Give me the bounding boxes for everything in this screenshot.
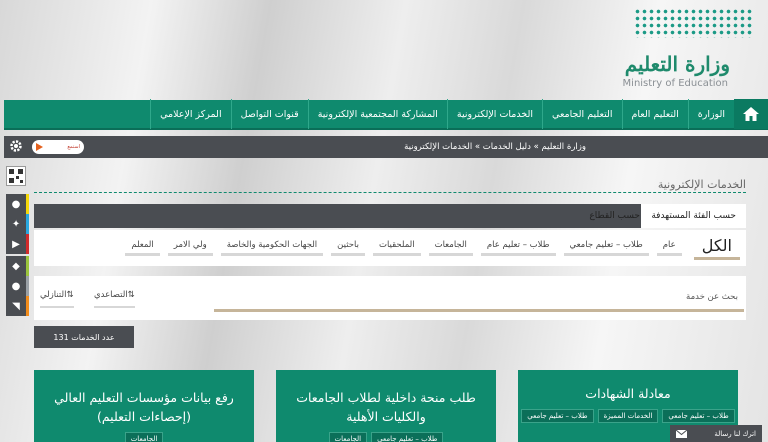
section-title: الخدمات الإلكترونية [657, 178, 746, 191]
service-tag[interactable]: الجامعات [328, 432, 368, 442]
filter-government-private[interactable]: الجهات الحكومية والخاصة [220, 240, 324, 256]
sort-descending-button[interactable]: ⇅التنازلي [40, 290, 74, 308]
service-tag[interactable]: الخدمات المميزة [597, 409, 659, 423]
logo-arabic-text: وزارة التعليم [624, 52, 730, 76]
section-divider [34, 192, 746, 193]
breadcrumb[interactable]: وزارة التعليم » دليل الخدمات » الخدمات ا… [404, 142, 586, 152]
logo-english-text: Ministry of Education [622, 78, 728, 89]
apple-icon: ● [11, 280, 21, 292]
twitter-icon: ✦ [11, 218, 21, 230]
tab-by-sector[interactable]: حسب القطاع [583, 204, 646, 228]
filter-row: الكل عام طلاب – تعليم جامعي طلاب – تعليم… [34, 230, 746, 266]
service-tag[interactable]: طلاب – تعليم جامعي [371, 432, 444, 442]
service-card-title: معادلة الشهادات [585, 386, 671, 401]
sort-asc-icon: ⇅ [127, 290, 135, 300]
services-count: عدد الخدمات 131 [34, 326, 134, 348]
snapchat-button[interactable]: ● [6, 194, 29, 214]
apple-button[interactable]: ● [6, 276, 29, 296]
search-input[interactable]: بحث عن خدمة [686, 292, 738, 302]
filter-researchers[interactable]: باحثين [331, 240, 365, 256]
main-nav: الوزارة التعليم العام التعليم الجامعي ال… [4, 99, 768, 130]
home-button[interactable] [734, 99, 768, 129]
service-tag[interactable]: طلاب – تعليم جامعي [662, 409, 735, 423]
filter-guardian[interactable]: ولي الامر [167, 240, 213, 256]
filter-school-students[interactable]: طلاب – تعليم عام [480, 240, 556, 256]
service-card-title: رفع بيانات مؤسسات التعليم العالي (إحصاءا… [54, 390, 234, 424]
sort-descending-label: التنازلي [40, 290, 67, 300]
ministry-logo[interactable]: وزارة التعليم Ministry of Education [588, 8, 758, 94]
nav-university-education[interactable]: التعليم الجامعي [542, 99, 622, 129]
sort-ascending-button[interactable]: ⇅التصاعدي [94, 290, 135, 308]
listen-label: استمع [67, 144, 80, 150]
qr-code-icon [9, 169, 23, 183]
snapchat-icon: ● [11, 198, 21, 210]
filter-teacher[interactable]: المعلم [125, 240, 160, 256]
nav-general-education[interactable]: التعليم العام [621, 99, 688, 129]
leave-message-button[interactable]: اترك لنا رسالة [670, 425, 762, 442]
tab-by-category[interactable]: حسب الفئة المستهدفة [641, 204, 746, 228]
service-card[interactable]: طلب منحة داخلية لطلاب الجامعات والكليات … [276, 370, 496, 442]
youtube-icon: ▶ [12, 238, 20, 250]
gear-icon [10, 140, 22, 152]
android-button[interactable]: ◆ [6, 256, 29, 276]
listen-button[interactable]: استمع [32, 140, 84, 154]
android-icon: ◆ [12, 260, 20, 272]
service-tag[interactable]: الجامعات [124, 432, 164, 442]
nav-e-services[interactable]: الخدمات الإلكترونية [446, 99, 542, 129]
sort-ascending-label: التصاعدي [94, 290, 128, 300]
filter-attaches[interactable]: الملحقيات [372, 240, 421, 256]
search-panel: بحث عن خدمة ⇅التصاعدي ⇅التنازلي [34, 276, 746, 320]
nav-community-participation[interactable]: المشاركة المجتمعية الإلكترونية [307, 99, 447, 129]
envelope-icon [676, 429, 687, 438]
service-card[interactable]: رفع بيانات مؤسسات التعليم العالي (إحصاءا… [34, 370, 254, 442]
rss-button[interactable]: ◥ [6, 296, 29, 316]
filter-all[interactable]: الكل [693, 236, 740, 260]
filter-university-students[interactable]: طلاب – تعليم جامعي [563, 240, 649, 256]
settings-button[interactable] [6, 136, 26, 156]
service-card-title: طلب منحة داخلية لطلاب الجامعات والكليات … [296, 390, 476, 424]
home-icon [743, 107, 759, 121]
play-icon [36, 143, 43, 151]
rss-icon: ◥ [12, 300, 20, 312]
service-tag[interactable]: طلاب – تعليم جامعي [521, 409, 594, 423]
sort-desc-icon: ⇅ [66, 290, 74, 300]
nav-communication-channels[interactable]: قنوات التواصل [230, 99, 308, 129]
nav-media-center[interactable]: المركز الإعلامي [150, 99, 230, 129]
filter-general[interactable]: عام [656, 240, 682, 256]
twitter-button[interactable]: ✦ [6, 214, 29, 234]
search-underline [214, 309, 744, 312]
leave-message-label: اترك لنا رسالة [714, 429, 756, 438]
logo-dots-icon [634, 8, 754, 38]
youtube-button[interactable]: ▶ [6, 234, 29, 254]
filter-universities[interactable]: الجامعات [428, 240, 473, 256]
breadcrumb-bar: وزارة التعليم » دليل الخدمات » الخدمات ا… [4, 136, 768, 158]
qr-code-button[interactable] [6, 166, 26, 186]
nav-ministry[interactable]: الوزارة [687, 99, 734, 129]
